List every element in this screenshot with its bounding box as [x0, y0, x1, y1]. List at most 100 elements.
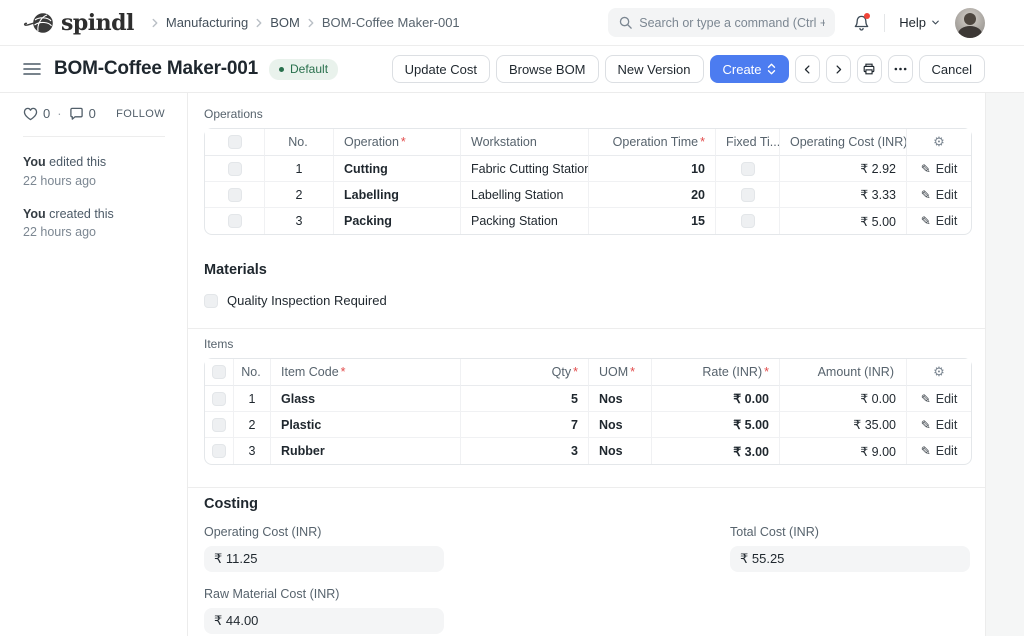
row-checkbox[interactable] — [212, 392, 226, 406]
cell-rate[interactable]: ₹ 0.00 — [651, 386, 779, 412]
follow-button[interactable]: FOLLOW — [116, 108, 165, 120]
row-checkbox[interactable] — [228, 162, 242, 176]
grid-settings-gear-icon[interactable]: ⚙ — [933, 134, 945, 149]
fixed-time-checkbox[interactable] — [741, 214, 755, 228]
row-edit-button[interactable]: ✎Edit — [921, 188, 958, 202]
breadcrumb-current[interactable]: BOM-Coffee Maker-001 — [322, 15, 460, 30]
page-header: BOM-Coffee Maker-001 Default Update Cost… — [0, 46, 1024, 93]
app-logo[interactable]: spindl — [23, 10, 134, 36]
cell-qty[interactable]: 3 — [460, 438, 588, 464]
cell-amount[interactable]: ₹ 0.00 — [779, 386, 906, 412]
create-button[interactable]: Create — [710, 55, 789, 83]
row-edit-button[interactable]: ✎Edit — [921, 214, 958, 228]
pencil-icon: ✎ — [921, 188, 931, 202]
help-menu[interactable]: Help — [899, 15, 941, 30]
cell-amount[interactable]: ₹ 9.00 — [779, 438, 906, 464]
notifications-bell-icon[interactable] — [853, 14, 870, 32]
row-checkbox[interactable] — [212, 418, 226, 432]
next-record-button[interactable] — [826, 55, 851, 83]
cell-item-code[interactable]: Plastic — [270, 412, 460, 438]
yarn-ball-icon — [23, 10, 57, 36]
row-checkbox[interactable] — [228, 188, 242, 202]
col-item-code: Item Code* — [270, 359, 460, 386]
like-count: 0 — [43, 106, 50, 121]
cell-uom[interactable]: Nos — [588, 412, 651, 438]
search-icon — [618, 15, 633, 30]
cell-workstation[interactable]: Fabric Cutting Station — [460, 156, 588, 182]
cell-workstation[interactable]: Labelling Station — [460, 182, 588, 208]
items-grid-label: Items — [204, 337, 970, 351]
row-edit-button[interactable]: ✎Edit — [921, 444, 958, 458]
cell-operation[interactable]: Packing — [333, 208, 460, 234]
form-body: Operations No. Operation* Workstation Op… — [188, 93, 985, 636]
cell-workstation[interactable]: Packing Station — [460, 208, 588, 234]
prev-record-button[interactable] — [795, 55, 820, 83]
like-button[interactable]: 0 — [23, 106, 50, 121]
cell-item-code[interactable]: Glass — [270, 386, 460, 412]
cell-qty[interactable]: 5 — [460, 386, 588, 412]
cell-rate[interactable]: ₹ 5.00 — [651, 412, 779, 438]
row-edit-button[interactable]: ✎Edit — [921, 418, 958, 432]
select-all-checkbox[interactable] — [212, 365, 226, 379]
cancel-button[interactable]: Cancel — [919, 55, 985, 83]
browse-bom-button[interactable]: Browse BOM — [496, 55, 599, 83]
raw-material-cost-input[interactable]: ₹ 44.00 — [204, 608, 444, 634]
cell-amount[interactable]: ₹ 35.00 — [779, 412, 906, 438]
notification-dot — [864, 13, 870, 19]
update-cost-button[interactable]: Update Cost — [392, 55, 490, 83]
cell-uom[interactable]: Nos — [588, 386, 651, 412]
row-checkbox[interactable] — [212, 444, 226, 458]
breadcrumb-bom[interactable]: BOM — [270, 15, 300, 30]
new-version-button[interactable]: New Version — [605, 55, 704, 83]
operating-cost-input[interactable]: ₹ 11.25 — [204, 546, 444, 572]
fixed-time-checkbox[interactable] — [741, 188, 755, 202]
heart-icon — [23, 107, 38, 121]
chevron-right-icon — [148, 16, 162, 30]
breadcrumb-manufacturing[interactable]: Manufacturing — [166, 15, 248, 30]
grid-settings-gear-icon[interactable]: ⚙ — [933, 364, 945, 379]
activity-timestamp: 22 hours ago — [23, 225, 96, 239]
total-cost-field: Total Cost (INR) ₹ 55.25 — [730, 525, 970, 572]
cell-qty[interactable]: 7 — [460, 412, 588, 438]
cell-uom[interactable]: Nos — [588, 438, 651, 464]
cell-operation[interactable]: Cutting — [333, 156, 460, 182]
operating-cost-label: Operating Cost (INR) — [204, 525, 444, 539]
activity-feed: You edited this 22 hours ago You created… — [23, 153, 164, 242]
chevron-down-icon — [930, 17, 941, 28]
cell-no: 1 — [264, 156, 333, 182]
logo-wordmark: spindl — [61, 12, 134, 34]
row-edit-button[interactable]: ✎Edit — [921, 162, 958, 176]
create-label: Create — [723, 62, 762, 77]
cell-operation-time[interactable]: 10 — [588, 156, 715, 182]
cell-operating-cost[interactable]: ₹ 5.00 — [779, 208, 906, 234]
cell-operating-cost[interactable]: ₹ 3.33 — [779, 182, 906, 208]
cell-operation-time[interactable]: 20 — [588, 182, 715, 208]
row-checkbox[interactable] — [228, 214, 242, 228]
col-fixed-time: Fixed Ti... — [715, 129, 779, 156]
cell-rate[interactable]: ₹ 3.00 — [651, 438, 779, 464]
col-no: No. — [233, 359, 270, 386]
cell-no: 1 — [233, 386, 270, 412]
comment-icon — [69, 107, 84, 121]
pencil-icon: ✎ — [921, 444, 931, 458]
more-options-button[interactable] — [888, 55, 913, 83]
quality-inspection-checkbox[interactable] — [204, 294, 218, 308]
fixed-time-checkbox[interactable] — [741, 162, 755, 176]
row-edit-button[interactable]: ✎Edit — [921, 392, 958, 406]
cell-operating-cost[interactable]: ₹ 2.92 — [779, 156, 906, 182]
cell-operation-time[interactable]: 15 — [588, 208, 715, 234]
cell-operation[interactable]: Labelling — [333, 182, 460, 208]
menu-icon[interactable] — [23, 62, 41, 76]
select-all-checkbox[interactable] — [228, 135, 242, 149]
print-button[interactable] — [857, 55, 882, 83]
activity-entry: You edited this 22 hours ago — [23, 153, 164, 191]
col-operation: Operation* — [333, 129, 460, 156]
cell-item-code[interactable]: Rubber — [270, 438, 460, 464]
search-input[interactable] — [608, 8, 835, 37]
separator-dot: · — [57, 106, 61, 121]
comments-button[interactable]: 0 — [69, 106, 96, 121]
materials-section-heading: Materials — [204, 262, 970, 278]
cell-no: 2 — [233, 412, 270, 438]
user-avatar[interactable] — [955, 8, 985, 38]
total-cost-input[interactable]: ₹ 55.25 — [730, 546, 970, 572]
